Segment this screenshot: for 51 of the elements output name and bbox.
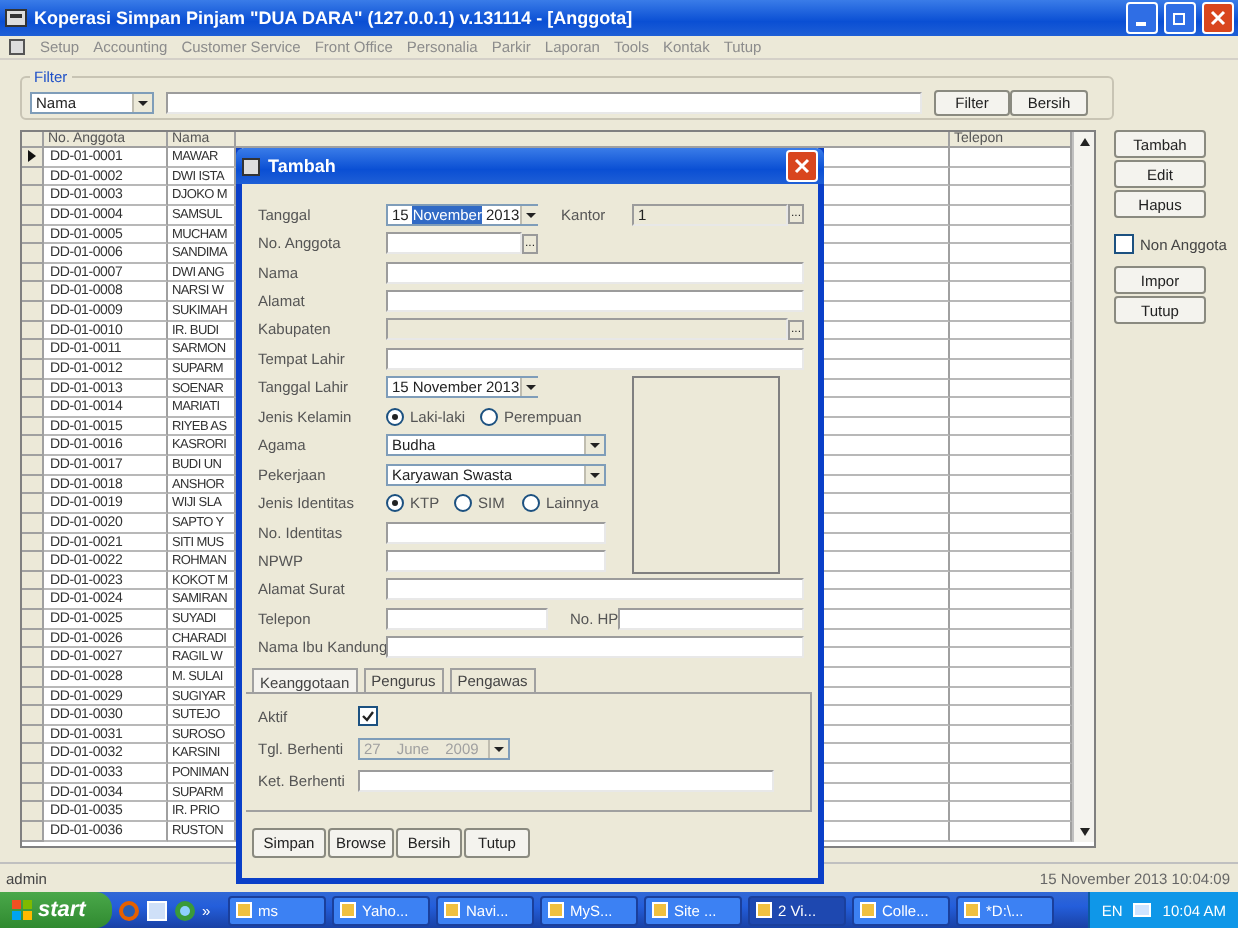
radio-button[interactable] [480, 407, 498, 426]
input-field[interactable] [386, 636, 804, 659]
window-icon [964, 902, 980, 918]
document-icon [8, 38, 26, 56]
dialog-title: Tambah [268, 156, 338, 176]
input-field[interactable] [358, 769, 774, 791]
window-icon [340, 902, 356, 918]
minimize-button[interactable] [1126, 2, 1158, 34]
checkbox[interactable] [358, 706, 378, 726]
input-field[interactable] [386, 578, 804, 601]
input-field[interactable] [386, 549, 606, 572]
restore-button[interactable] [1164, 2, 1196, 34]
checkbox[interactable] [1114, 234, 1134, 254]
window-icon[interactable] [146, 899, 168, 921]
window-icon [652, 902, 668, 918]
header-corner [22, 132, 44, 148]
close-icon [1210, 10, 1226, 26]
network-icon[interactable] [1132, 900, 1153, 920]
current-row-icon [28, 150, 36, 163]
input-field[interactable] [386, 232, 522, 255]
window-icon [756, 902, 772, 918]
window-icon [548, 902, 564, 918]
scroll-up-icon[interactable] [1077, 136, 1091, 148]
input-field[interactable] [386, 607, 548, 630]
radio-button[interactable] [386, 494, 404, 513]
input-field[interactable] [386, 521, 606, 544]
close-icon [794, 158, 810, 174]
radio-button[interactable] [522, 494, 540, 513]
window-icon [860, 902, 876, 918]
scrollbar[interactable] [1072, 132, 1094, 841]
scroll-down-icon[interactable] [1077, 825, 1091, 837]
checkmark-icon [362, 710, 374, 722]
window-icon [236, 902, 252, 918]
row-header[interactable] [22, 148, 44, 168]
close-button[interactable] [786, 150, 818, 182]
windows-logo-icon [12, 900, 32, 920]
app-icon [4, 6, 28, 30]
radio-button[interactable] [454, 494, 472, 513]
radio-button[interactable] [386, 407, 404, 426]
window-title: Koperasi Simpan Pinjam "DUA DARA" (127.0.0.1) v.131114 - [Anggota] [34, 8, 635, 28]
window-icon [444, 902, 460, 918]
globe-icon[interactable] [174, 899, 196, 921]
start-button[interactable]: start [0, 892, 112, 928]
input-field[interactable] [386, 290, 804, 313]
close-button[interactable] [1202, 2, 1234, 34]
input-field[interactable] [386, 261, 804, 284]
restore-icon [1172, 10, 1188, 26]
filter-input[interactable] [166, 92, 922, 114]
window-icon [242, 157, 260, 175]
input-field[interactable] [386, 347, 804, 370]
input-field[interactable] [618, 607, 804, 630]
